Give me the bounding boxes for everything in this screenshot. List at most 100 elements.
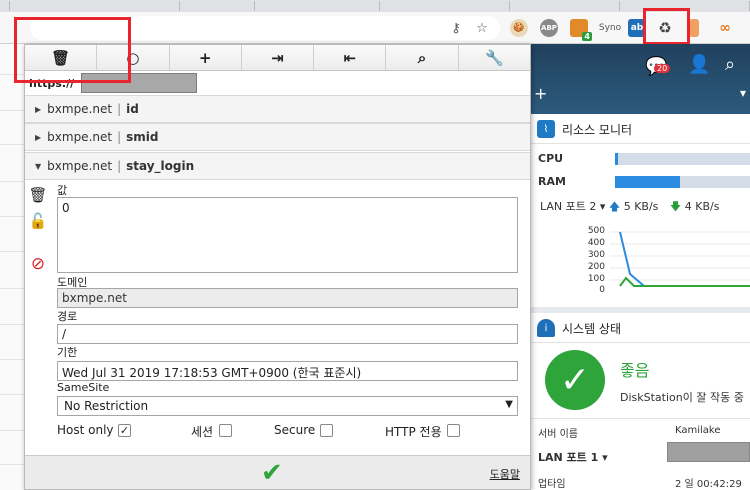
upload-series-line [619, 231, 750, 287]
value-textarea[interactable]: 0 [57, 197, 518, 273]
tab-fragment[interactable] [180, 1, 255, 11]
tab-fragment[interactable] [380, 1, 510, 11]
add-icon: + [198, 48, 212, 67]
collapsed-arrow-icon: ▶ [35, 104, 42, 114]
help-link[interactable]: 도움말 [490, 466, 520, 482]
cookie-separator: | [117, 130, 122, 144]
save-button[interactable]: ✔ [261, 458, 283, 488]
system-health-title: 시스템 상태 [562, 322, 622, 336]
link-extension-icon[interactable]: ∞ [716, 19, 734, 37]
abp-extension-icon[interactable]: ABP [540, 19, 558, 37]
bg-line [0, 359, 24, 360]
popup-footer: ✔ 도움말 [25, 455, 530, 489]
secure-checkbox[interactable] [320, 424, 333, 437]
lan-port-2-row[interactable]: LAN 포트 2 ▾ 🡅 5 KB/s 🡇 4 KB/s [540, 198, 719, 217]
hostonly-checkbox[interactable]: ✓ [118, 424, 131, 437]
cookie-name: id [126, 102, 139, 116]
cookie-extension-glyph: 🍪 [513, 23, 525, 33]
session-label: 세션 [191, 425, 214, 439]
widget-menu-icon[interactable]: ▾ [740, 86, 746, 100]
puzzle-extension-icon[interactable]: 4 [570, 19, 592, 41]
widget-divider [530, 342, 750, 343]
bg-line [0, 216, 24, 217]
lan-port-label: LAN 포트 2 [540, 200, 597, 213]
status-message: DiskStation이 잘 작동 중 [620, 391, 744, 404]
background-page [0, 44, 24, 490]
highlight-box-extension [643, 8, 690, 45]
expanded-arrow-icon: ▼ [35, 161, 42, 171]
extension-badge: 4 [582, 32, 592, 41]
tab-fragment[interactable] [510, 1, 620, 11]
search-button[interactable]: ⌕ [386, 45, 459, 70]
abp-extension-label: ABP [541, 24, 557, 32]
samesite-label: SameSite [57, 381, 110, 394]
network-graph [610, 231, 750, 287]
bg-line [0, 251, 24, 252]
y-tick: 0 [599, 285, 605, 295]
status-state: 좋음 [620, 361, 650, 380]
cookie-domain: bxmpe.net [47, 130, 113, 144]
dsm-header: 💬 👤 ⌕ + ▾ [530, 44, 750, 114]
tab-strip [0, 0, 750, 12]
user-icon[interactable]: 👤 [688, 54, 710, 75]
system-health-icon: i [537, 319, 555, 337]
path-label: 경로 [57, 310, 78, 323]
httponly-checkbox[interactable] [447, 424, 460, 437]
options-button[interactable]: 🔧 [459, 45, 530, 70]
syno-extension-icon[interactable]: Syno [598, 19, 622, 37]
upload-rate: 5 KB/s [623, 200, 659, 213]
cpu-label: CPU [538, 152, 564, 165]
search-icon[interactable]: ⌕ [725, 54, 735, 75]
orange-extension-icon[interactable] [689, 19, 699, 37]
cookie-domain: bxmpe.net [47, 102, 113, 116]
add-widget-icon[interactable]: + [534, 84, 547, 103]
add-cookie-button[interactable]: + [170, 45, 242, 70]
block-icon[interactable]: ⊘ [29, 254, 47, 274]
bg-line [0, 430, 24, 431]
delete-cookie-icon[interactable]: 🗑 [28, 185, 47, 205]
export-button[interactable]: ⇤ [314, 45, 387, 70]
bg-line [0, 324, 24, 325]
samesite-value: No Restriction [64, 399, 149, 413]
cookie-row-expanded[interactable]: ▼ bxmpe.net | stay_login [25, 152, 530, 180]
ram-bar-fill [615, 176, 680, 188]
unlock-icon[interactable]: 🔓 [29, 211, 48, 231]
download-rate: 4 KB/s [684, 200, 720, 213]
cookie-row[interactable]: ▶ bxmpe.net | id [25, 95, 530, 123]
tab-fragment[interactable] [60, 1, 180, 11]
expires-field[interactable]: Wed Jul 31 2019 17:18:53 GMT+0900 (한국 표준… [57, 361, 518, 381]
blue-extension-label: ab [630, 23, 644, 33]
samesite-select[interactable]: No Restriction ▼ [57, 396, 518, 416]
secure-label: Secure [274, 423, 316, 437]
notification-badge: 20 [654, 64, 671, 73]
session-checkbox[interactable] [219, 424, 232, 437]
key-icon[interactable]: ⚷ [446, 18, 466, 38]
widget-divider [530, 418, 750, 419]
cookie-row[interactable]: ▶ bxmpe.net | smid [25, 123, 530, 151]
domain-field[interactable]: bxmpe.net [57, 288, 518, 308]
lan-port-1-row[interactable]: LAN 포트 1 ▾ [538, 449, 608, 465]
search-icon: ⌕ [417, 48, 427, 67]
path-field[interactable]: / [57, 324, 518, 344]
widget-divider [530, 143, 750, 144]
tab-fragment[interactable] [0, 1, 10, 11]
tab-fragment[interactable] [255, 1, 380, 11]
status-ok-icon: ✓ [545, 350, 605, 410]
server-name-label: 서버 이름 [538, 429, 578, 440]
import-button[interactable]: ⇥ [242, 45, 315, 70]
resource-monitor-title: 리소스 모니터 [562, 123, 633, 137]
value-label: 값 [57, 184, 68, 197]
syno-extension-label: Syno [598, 23, 622, 33]
import-icon: ⇥ [271, 48, 284, 67]
bg-line [0, 110, 24, 111]
lan-caret-icon: ▾ [599, 200, 606, 213]
cookie-separator: | [117, 159, 122, 173]
wrench-icon: 🔧 [484, 48, 504, 67]
star-icon[interactable]: ☆ [472, 18, 492, 38]
uptime-label: 업타임 [538, 479, 566, 490]
highlight-box-delete [14, 17, 131, 83]
download-arrow-icon: 🡇 [669, 200, 682, 213]
bg-line [0, 144, 24, 145]
cookie-extension-icon[interactable]: 🍪 [510, 19, 528, 37]
bg-line [0, 181, 24, 182]
